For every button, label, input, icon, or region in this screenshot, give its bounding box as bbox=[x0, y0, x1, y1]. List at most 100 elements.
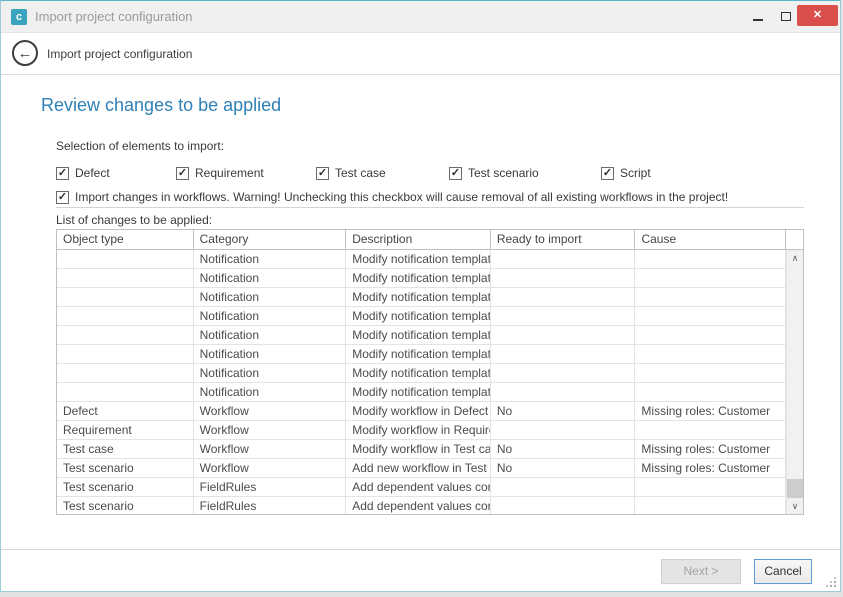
checkbox-test-case-label: Test case bbox=[335, 166, 386, 180]
table-row[interactable]: NotificationModify notification templat.… bbox=[57, 307, 786, 326]
cell-ready bbox=[491, 383, 636, 402]
back-arrow-icon: ← bbox=[18, 45, 33, 62]
checkbox-defect-label: Defect bbox=[75, 166, 110, 180]
back-button[interactable]: ← bbox=[12, 40, 38, 66]
selection-label: Selection of elements to import: bbox=[56, 139, 224, 153]
cell-ready: No bbox=[491, 440, 636, 459]
checkbox-script[interactable]: ✓ Script bbox=[601, 166, 651, 180]
cell-object-type: Defect bbox=[57, 402, 194, 421]
table-row[interactable]: NotificationModify notification templat.… bbox=[57, 326, 786, 345]
cell-cause: Missing roles: Customer bbox=[635, 459, 786, 478]
cell-ready bbox=[491, 364, 636, 383]
cell-description: Add dependent values con... bbox=[346, 497, 491, 514]
cell-description: Modify workflow in Require... bbox=[346, 421, 491, 440]
close-button[interactable]: ✕ bbox=[797, 5, 838, 26]
table-row[interactable]: Test caseWorkflowModify workflow in Test… bbox=[57, 440, 786, 459]
next-button[interactable]: Next > bbox=[661, 559, 741, 584]
app-icon: c bbox=[11, 9, 27, 25]
scroll-up-icon[interactable]: ∧ bbox=[787, 250, 803, 266]
cell-cause bbox=[635, 345, 786, 364]
table-row[interactable]: Test scenarioWorkflowAdd new workflow in… bbox=[57, 459, 786, 478]
cell-category: Workflow bbox=[194, 440, 347, 459]
cell-category: Notification bbox=[194, 269, 347, 288]
resize-grip-icon[interactable] bbox=[834, 585, 836, 587]
footer-divider bbox=[1, 549, 842, 550]
list-label: List of changes to be applied: bbox=[56, 213, 212, 227]
table-body: NotificationModify notification templat.… bbox=[57, 250, 786, 514]
table-row[interactable]: NotificationModify notification templat.… bbox=[57, 250, 786, 269]
checkbox-test-scenario[interactable]: ✓ Test scenario bbox=[449, 166, 539, 180]
window-title: Import project configuration bbox=[35, 1, 193, 33]
scrollbar-thumb[interactable] bbox=[787, 479, 803, 498]
column-header-cause[interactable]: Cause bbox=[635, 230, 786, 250]
cell-description: Modify notification templat... bbox=[346, 250, 491, 269]
cell-ready bbox=[491, 269, 636, 288]
table-row[interactable]: RequirementWorkflowModify workflow in Re… bbox=[57, 421, 786, 440]
table-row[interactable]: Test scenarioFieldRulesAdd dependent val… bbox=[57, 497, 786, 514]
cell-category: Workflow bbox=[194, 402, 347, 421]
title-bar[interactable]: c Import project configuration ✕ bbox=[1, 1, 840, 33]
cell-ready bbox=[491, 497, 636, 514]
check-icon[interactable]: ✓ bbox=[316, 167, 329, 180]
cell-object-type: Requirement bbox=[57, 421, 194, 440]
cell-category: Notification bbox=[194, 307, 347, 326]
column-header-ready[interactable]: Ready to import bbox=[491, 230, 636, 250]
checkbox-test-case[interactable]: ✓ Test case bbox=[316, 166, 386, 180]
check-icon[interactable]: ✓ bbox=[449, 167, 462, 180]
checkbox-defect[interactable]: ✓ Defect bbox=[56, 166, 110, 180]
cell-object-type: Test scenario bbox=[57, 478, 194, 497]
changes-table: Object type Category Description Ready t… bbox=[56, 229, 804, 515]
cell-object-type bbox=[57, 345, 194, 364]
cell-cause bbox=[635, 497, 786, 514]
check-icon[interactable]: ✓ bbox=[601, 167, 614, 180]
vertical-scrollbar[interactable]: ∧ ∨ bbox=[786, 250, 803, 514]
section-divider bbox=[56, 207, 804, 208]
checkbox-import-workflows[interactable]: ✓ Import changes in workflows. Warning! … bbox=[56, 190, 728, 204]
cell-object-type bbox=[57, 307, 194, 326]
table-row[interactable]: NotificationModify notification templat.… bbox=[57, 364, 786, 383]
cell-category: Notification bbox=[194, 288, 347, 307]
cell-description: Modify workflow in Test ca... bbox=[346, 440, 491, 459]
check-icon[interactable]: ✓ bbox=[56, 191, 69, 204]
cell-category: FieldRules bbox=[194, 497, 347, 514]
cell-cause bbox=[635, 421, 786, 440]
column-header-description[interactable]: Description bbox=[346, 230, 491, 250]
checkbox-requirement-label: Requirement bbox=[195, 166, 264, 180]
minimize-button[interactable] bbox=[745, 7, 771, 27]
header-title: Import project configuration bbox=[47, 34, 192, 75]
page-title: Review changes to be applied bbox=[41, 95, 281, 116]
cell-description: Modify notification templat... bbox=[346, 288, 491, 307]
scroll-down-icon[interactable]: ∨ bbox=[787, 498, 803, 514]
cell-cause bbox=[635, 269, 786, 288]
cell-cause bbox=[635, 383, 786, 402]
check-icon[interactable]: ✓ bbox=[56, 167, 69, 180]
check-icon[interactable]: ✓ bbox=[176, 167, 189, 180]
table-row[interactable]: Test scenarioFieldRulesAdd dependent val… bbox=[57, 478, 786, 497]
cell-description: Add new workflow in Test ... bbox=[346, 459, 491, 478]
cell-cause bbox=[635, 250, 786, 269]
cell-object-type bbox=[57, 269, 194, 288]
table-row[interactable]: NotificationModify notification templat.… bbox=[57, 345, 786, 364]
cancel-button[interactable]: Cancel bbox=[754, 559, 812, 584]
cell-category: Workflow bbox=[194, 421, 347, 440]
dialog-window: c Import project configuration ✕ ← Impor… bbox=[0, 0, 841, 592]
cell-object-type bbox=[57, 288, 194, 307]
cell-cause bbox=[635, 288, 786, 307]
maximize-button[interactable] bbox=[773, 7, 799, 27]
maximize-icon bbox=[781, 12, 791, 21]
checkbox-requirement[interactable]: ✓ Requirement bbox=[176, 166, 264, 180]
cell-description: Add dependent values con... bbox=[346, 478, 491, 497]
cell-cause bbox=[635, 326, 786, 345]
cell-ready bbox=[491, 345, 636, 364]
cell-category: Notification bbox=[194, 383, 347, 402]
cell-cause bbox=[635, 478, 786, 497]
cell-ready: No bbox=[491, 402, 636, 421]
checkbox-test-scenario-label: Test scenario bbox=[468, 166, 539, 180]
column-header-object-type[interactable]: Object type bbox=[57, 230, 194, 250]
column-header-category[interactable]: Category bbox=[194, 230, 347, 250]
table-row[interactable]: DefectWorkflowModify workflow in Defect … bbox=[57, 402, 786, 421]
checkbox-script-label: Script bbox=[620, 166, 651, 180]
table-row[interactable]: NotificationModify notification templat.… bbox=[57, 269, 786, 288]
table-row[interactable]: NotificationModify notification templat.… bbox=[57, 383, 786, 402]
table-row[interactable]: NotificationModify notification templat.… bbox=[57, 288, 786, 307]
